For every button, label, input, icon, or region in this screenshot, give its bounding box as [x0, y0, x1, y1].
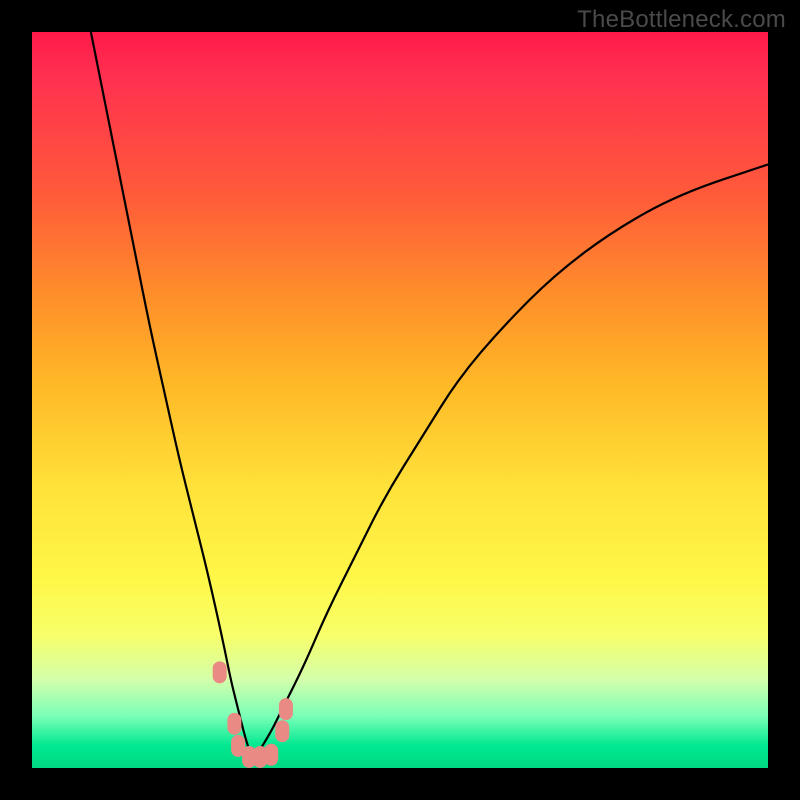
curve-left-arm — [91, 32, 253, 761]
marker-point — [213, 661, 227, 683]
marker-point — [279, 698, 293, 720]
marker-point — [264, 744, 278, 766]
watermark-text: TheBottleneck.com — [577, 6, 786, 34]
plot-area — [32, 32, 768, 768]
bottleneck-curve-svg — [32, 32, 768, 768]
chart-frame: TheBottleneck.com — [0, 0, 800, 800]
curve-right-arm — [253, 164, 768, 760]
curve-group — [91, 32, 768, 761]
marker-point — [227, 713, 241, 735]
marker-point — [275, 720, 289, 742]
marker-group — [213, 661, 293, 768]
